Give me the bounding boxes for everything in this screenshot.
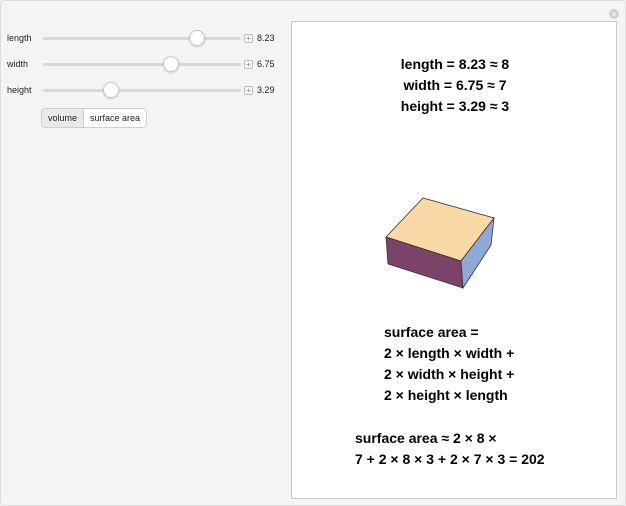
calc-line: surface area ≈ 2 × 8 ×	[355, 430, 497, 446]
formula-line: 2 × length × width +	[384, 345, 515, 361]
height-control: height + 3.29	[7, 81, 275, 99]
length-value: 8.23	[257, 33, 275, 43]
plus-icon[interactable]: +	[244, 85, 253, 95]
length-slider-thumb[interactable]	[188, 29, 205, 46]
height-line: height = 3.29 ≈ 3	[400, 98, 510, 114]
width-control: width + 6.75	[7, 55, 275, 73]
surface-area-button[interactable]: surface area	[83, 109, 147, 127]
length-label: length	[7, 33, 32, 43]
formula-line: 2 × width × height +	[384, 366, 515, 382]
width-line: width = 6.75 ≈ 7	[403, 77, 507, 93]
calculation-text: surface area ≈ 2 × 8 × 7 + 2 × 8 × 3 + 2…	[355, 428, 545, 470]
height-label: height	[7, 85, 32, 95]
mode-toggle: volume surface area	[41, 108, 148, 128]
calc-line: 7 + 2 × 8 × 3 + 2 × 7 × 3 = 202	[355, 451, 545, 467]
box-3d-graphic	[385, 197, 495, 290]
dimensions-text: length = 8.23 ≈ 8 width = 6.75 ≈ 7 heigh…	[292, 54, 618, 117]
output-panel: length = 8.23 ≈ 8 width = 6.75 ≈ 7 heigh…	[291, 21, 617, 499]
width-value: 6.75	[257, 59, 275, 69]
height-slider-thumb[interactable]	[103, 81, 120, 98]
width-label: width	[7, 59, 29, 69]
width-slider[interactable]	[43, 55, 241, 72]
length-control: length + 8.23	[7, 29, 275, 47]
height-value: 3.29	[257, 85, 275, 95]
width-slider-thumb[interactable]	[163, 55, 180, 72]
close-icon[interactable]: ×	[609, 9, 619, 19]
length-line: length = 8.23 ≈ 8	[400, 56, 510, 72]
formula-text: surface area = 2 × length × width + 2 × …	[384, 322, 514, 406]
formula-line: surface area =	[384, 324, 479, 340]
formula-line: 2 × height × length	[384, 387, 508, 403]
app-window: × length + 8.23 width + 6.75 height + 3.…	[0, 0, 626, 506]
height-slider[interactable]	[43, 81, 241, 98]
plus-icon[interactable]: +	[244, 33, 253, 43]
length-slider[interactable]	[43, 29, 241, 46]
volume-button[interactable]: volume	[42, 109, 83, 127]
plus-icon[interactable]: +	[244, 59, 253, 69]
